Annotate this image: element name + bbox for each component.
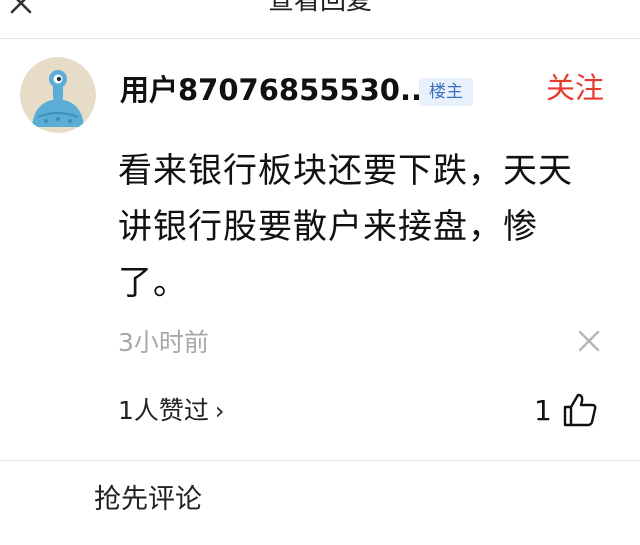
reply-content: 看来银行板块还要下跌，天天讲银行股要散户来接盘，惨了。 xyxy=(118,151,573,303)
op-badge: 楼主 xyxy=(419,78,473,106)
likers-text: 1人赞过 xyxy=(118,396,209,425)
dismiss-button[interactable] xyxy=(574,326,604,356)
avatar[interactable] xyxy=(20,57,96,133)
thumbs-up-icon xyxy=(563,393,597,427)
follow-button[interactable]: 关注 xyxy=(546,68,604,108)
reply-detail-page: 查看回复 用户87076855530... 楼主 关注 看来银行板块还要下跌，天… xyxy=(0,0,640,545)
comment-input-prompt[interactable]: 抢先评论 xyxy=(94,482,202,518)
likers-link[interactable]: 1人赞过 › xyxy=(118,393,225,429)
like-count: 1 xyxy=(534,394,552,427)
chevron-right-icon: › xyxy=(214,397,225,425)
page-title: 查看回复 xyxy=(267,0,372,16)
robot-avatar xyxy=(20,57,96,133)
divider xyxy=(0,460,640,461)
post-time: 3小时前 xyxy=(118,328,209,357)
top-bar: 查看回复 xyxy=(0,0,640,39)
like-button[interactable] xyxy=(561,391,599,429)
username[interactable]: 用户87076855530... xyxy=(120,70,433,110)
dismiss-icon xyxy=(578,330,600,352)
